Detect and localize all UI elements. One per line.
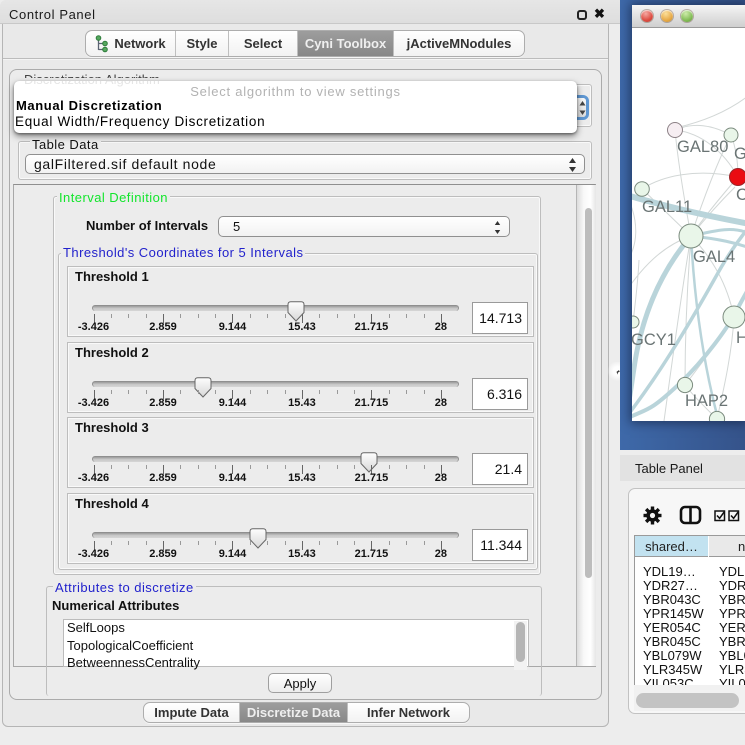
svg-text:GAL80: GAL80 (677, 138, 728, 156)
svg-text:GCY1: GCY1 (632, 331, 676, 349)
svg-text:GAL11: GAL11 (642, 198, 692, 216)
svg-text:C: C (736, 186, 745, 204)
svg-text:G.: G. (734, 145, 745, 163)
svg-text:GAL4: GAL4 (693, 248, 735, 266)
svg-text:H: H (736, 329, 745, 347)
svg-text:HAP2: HAP2 (685, 392, 728, 410)
